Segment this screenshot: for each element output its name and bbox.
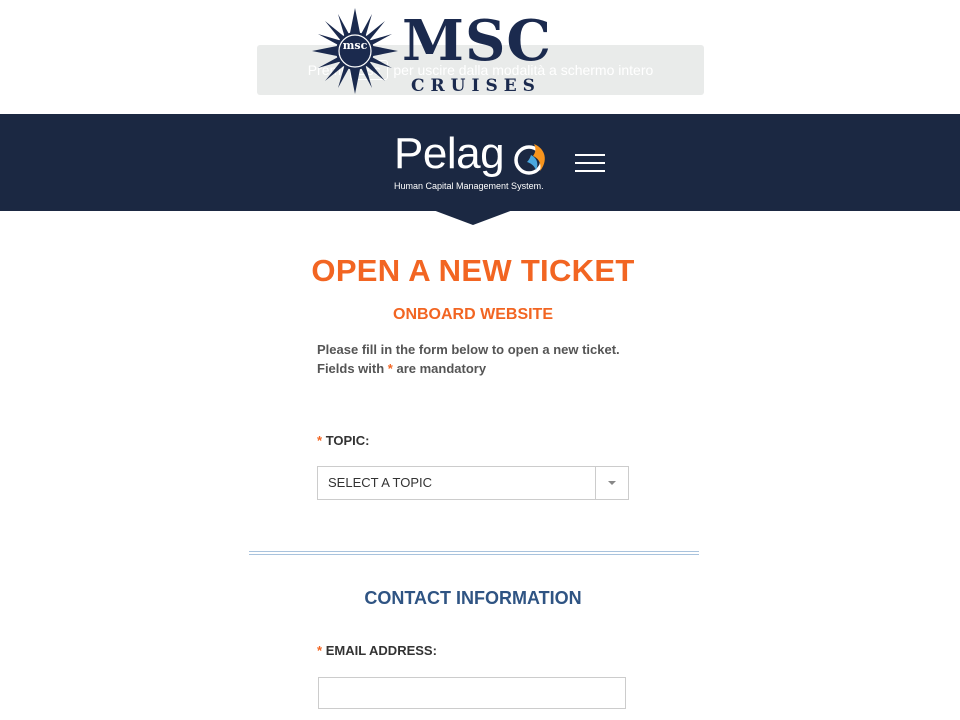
chevron-down-icon[interactable] (595, 467, 628, 499)
pelago-wordmark: Pelag (394, 129, 505, 178)
topic-label-text: TOPIC: (325, 433, 370, 448)
pelago-flame-icon (514, 144, 545, 175)
required-asterisk: * (317, 433, 323, 448)
pelago-logo[interactable]: Pelag Human Capital Management System. (394, 129, 554, 196)
section-divider (249, 551, 699, 555)
email-label: * EMAIL ADDRESS: (317, 643, 437, 658)
email-field[interactable] (318, 677, 626, 709)
instructions-line-2: Fields with * are mandatory (317, 359, 620, 378)
email-label-text: EMAIL ADDRESS: (325, 643, 437, 658)
form-instructions: Please fill in the form below to open a … (317, 340, 620, 378)
topic-label: * TOPIC: (317, 433, 370, 448)
hamburger-menu-icon[interactable] (575, 154, 605, 174)
top-area: Premi Esc per uscire dalla modalità a sc… (0, 0, 960, 114)
page-title: OPEN A NEW TICKET (311, 253, 635, 288)
msc-cruises-logo: msc MSC CRUISES (312, 8, 552, 98)
msc-wordmark: MSC (402, 8, 552, 74)
msc-compass-emblem-icon: msc (312, 8, 398, 94)
pelago-tagline: Human Capital Management System. (394, 181, 544, 191)
topic-select-value: SELECT A TOPIC (328, 475, 433, 490)
contact-section-title: CONTACT INFORMATION (364, 588, 582, 608)
site-header: Pelag Human Capital Management System. (0, 114, 960, 211)
required-asterisk: * (317, 643, 323, 658)
emblem-text: msc (343, 39, 368, 52)
instructions-line-1: Please fill in the form below to open a … (317, 342, 620, 357)
instructions-prefix: Fields with (317, 361, 385, 376)
topic-select[interactable]: SELECT A TOPIC (317, 466, 629, 500)
cruises-wordmark: CRUISES (411, 76, 541, 96)
instructions-suffix: are mandatory (396, 361, 487, 376)
required-asterisk: * (387, 361, 393, 376)
ticket-form: OPEN A NEW TICKET ONBOARD WEBSITE Please… (0, 211, 960, 720)
page-subtitle: ONBOARD WEBSITE (393, 306, 553, 323)
